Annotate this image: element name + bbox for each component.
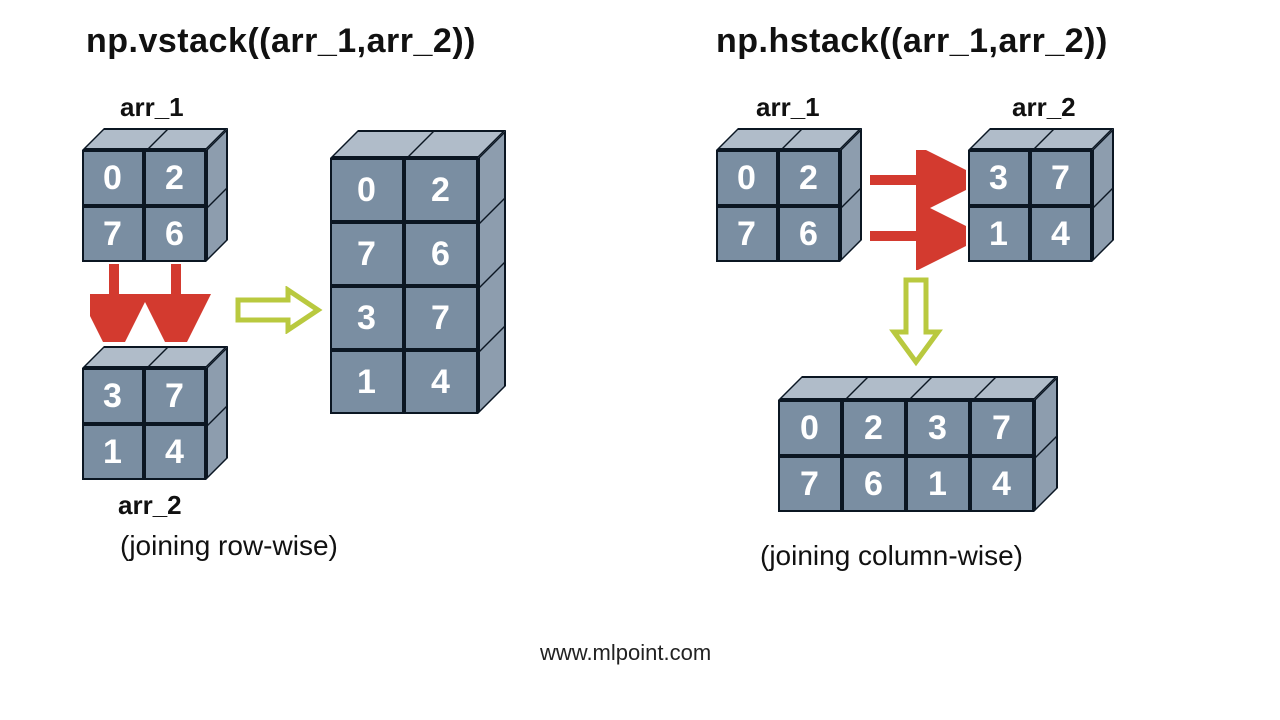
cell: 2 [404, 158, 478, 222]
cell: 7 [1030, 150, 1092, 206]
cell: 3 [968, 150, 1030, 206]
cube-top-face [968, 128, 1114, 150]
cell: 7 [82, 206, 144, 262]
cell: 4 [404, 350, 478, 414]
vstack-arr2-label: arr_2 [118, 490, 182, 521]
cell: 3 [330, 286, 404, 350]
cube-top-face [778, 376, 1058, 400]
cube-front-face: 0 2 7 6 [716, 150, 840, 262]
cell: 6 [778, 206, 840, 262]
cube-front-face: 0 2 7 6 [82, 150, 206, 262]
vstack-result-block: 0 2 7 6 3 7 1 4 [330, 130, 478, 386]
cube-side-face [206, 346, 228, 480]
vstack-arr1-block: 0 2 7 6 [82, 128, 206, 240]
cube-front-face: 3 7 1 4 [82, 368, 206, 480]
hstack-arr1-label: arr_1 [756, 92, 820, 123]
cell: 7 [330, 222, 404, 286]
cube-side-face [1092, 128, 1114, 262]
cube-side-face [478, 130, 506, 414]
cube-top-face [330, 130, 506, 158]
cell: 7 [716, 206, 778, 262]
cell: 0 [82, 150, 144, 206]
hstack-arr2-block: 3 7 1 4 [968, 128, 1092, 240]
cube-front-face: 0 2 7 6 3 7 1 4 [330, 158, 478, 414]
cell: 0 [778, 400, 842, 456]
cube-front-face: 3 7 1 4 [968, 150, 1092, 262]
cell: 6 [842, 456, 906, 512]
yellow-arrow-down [886, 276, 946, 368]
cell: 3 [906, 400, 970, 456]
yellow-arrow-right [234, 286, 324, 334]
cell: 1 [330, 350, 404, 414]
red-arrows-right [866, 150, 966, 270]
cell: 7 [778, 456, 842, 512]
cell: 7 [404, 286, 478, 350]
cell: 0 [330, 158, 404, 222]
cell: 7 [970, 400, 1034, 456]
cube-side-face [1034, 376, 1058, 512]
vstack-caption: (joining row-wise) [120, 530, 338, 562]
cell: 0 [716, 150, 778, 206]
hstack-result-block: 0 2 3 7 7 6 1 4 [778, 376, 1034, 488]
cell: 6 [144, 206, 206, 262]
cell: 7 [144, 368, 206, 424]
hstack-title: np.hstack((arr_1,arr_2)) [716, 22, 1108, 61]
hstack-arr1-block: 0 2 7 6 [716, 128, 840, 240]
cube-top-face [82, 128, 228, 150]
cube-front-face: 0 2 3 7 7 6 1 4 [778, 400, 1034, 512]
cube-top-face [716, 128, 862, 150]
hstack-caption: (joining column-wise) [760, 540, 1023, 572]
cell: 4 [144, 424, 206, 480]
footer-url: www.mlpoint.com [540, 640, 711, 666]
cell: 2 [778, 150, 840, 206]
cell: 6 [404, 222, 478, 286]
vstack-arr2-block: 3 7 1 4 [82, 346, 206, 458]
cell: 2 [144, 150, 206, 206]
cell: 4 [970, 456, 1034, 512]
red-arrows-down [90, 262, 230, 342]
cell: 3 [82, 368, 144, 424]
hstack-arr2-label: arr_2 [1012, 92, 1076, 123]
cube-side-face [840, 128, 862, 262]
cell: 2 [842, 400, 906, 456]
cell: 1 [82, 424, 144, 480]
cell: 4 [1030, 206, 1092, 262]
vstack-arr1-label: arr_1 [120, 92, 184, 123]
cube-side-face [206, 128, 228, 262]
cube-top-face [82, 346, 228, 368]
vstack-title: np.vstack((arr_1,arr_2)) [86, 22, 476, 61]
cell: 1 [968, 206, 1030, 262]
cell: 1 [906, 456, 970, 512]
